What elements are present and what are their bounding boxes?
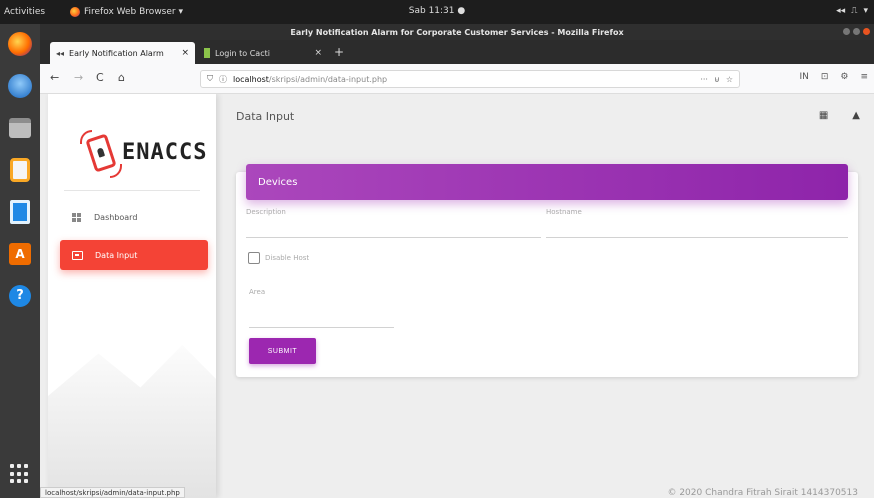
sidebar-item-label: Data Input [95,250,138,260]
input-icon [72,250,83,260]
sidebar: ENACCS Dashboard Data Input [48,94,216,498]
tab-label: Login to Cacti [215,48,270,58]
sidebar-toggle-icon[interactable]: ⊡ [821,72,829,82]
info-icon[interactable]: ⓘ [219,74,227,85]
enaccs-favicon-icon: ◂◂ [56,48,65,58]
url-host: localhost [233,74,269,84]
close-tab-icon[interactable]: × [314,48,322,58]
url-path: /skripsi/admin/data-input.php [268,74,388,84]
extensions-icon[interactable]: ⚙ [840,72,848,82]
dock: A ? [0,24,40,498]
software-dock-icon[interactable]: A [6,240,34,268]
pocket-icon[interactable]: ⊍ [714,75,720,84]
shield-icon[interactable]: ⛉ [207,74,213,84]
page-title: Data Input [236,110,295,123]
library-icon[interactable]: IN [799,72,808,82]
area-label: Area [249,288,266,296]
page-actions-icon[interactable]: ··· [700,75,708,84]
bookmark-star-icon[interactable]: ☆ [726,75,733,84]
url-bar[interactable]: ⛉ ⓘ localhost /skripsi/admin/data-input.… [200,70,740,88]
card-header: Devices [246,164,848,200]
clock[interactable]: Sab 11:31 ● [0,6,874,16]
files-dock-icon[interactable] [6,114,34,142]
sidebar-item-dashboard[interactable]: Dashboard [60,202,208,232]
description-field[interactable]: Description [246,208,541,238]
window-controls[interactable] [843,28,870,35]
tab-bar: ◂◂ Early Notification Alarm × Login to C… [40,40,874,64]
minimize-button[interactable] [843,28,850,35]
system-menu-icon[interactable]: ▾ [863,6,868,16]
tab-early-notification[interactable]: ◂◂ Early Notification Alarm × [50,42,195,64]
navigation-bar: ← → C ⌂ ⛉ ⓘ localhost /skripsi/admin/dat… [40,64,874,94]
writer-dock-icon[interactable] [6,198,34,226]
close-window-button[interactable] [863,28,870,35]
hamburger-menu-icon[interactable]: ≡ [860,72,868,82]
page-content: ENACCS Dashboard Data Input Data Input ▦… [40,94,874,498]
rhythmbox-dock-icon[interactable] [6,156,34,184]
sound-icon[interactable]: ◂◂ [836,6,845,16]
home-button[interactable]: ⌂ [118,71,125,84]
enaccs-logo[interactable]: ENACCS [74,124,208,184]
grid-view-icon[interactable]: ▦ [819,110,828,121]
signal-wave-icon [110,164,122,178]
forward-button[interactable]: → [74,71,83,84]
devices-form-card: Devices Description Hostname Disable Hos… [236,164,858,377]
hostname-label: Hostname [546,208,582,216]
window-title: Early Notification Alarm for Corporate C… [290,28,624,37]
hostname-field[interactable]: Hostname [546,208,848,238]
new-tab-button[interactable]: + [334,45,344,59]
tab-login-cacti[interactable]: Login to Cacti × [198,42,328,64]
reload-button[interactable]: C [96,71,104,84]
help-dock-icon[interactable]: ? [6,282,34,310]
thunderbird-dock-icon[interactable] [6,72,34,100]
battery-icon[interactable]: ⎍ [851,6,857,16]
show-applications-icon[interactable] [10,464,30,484]
submit-button[interactable]: SUBMIT [249,338,316,364]
os-top-bar: Activities Firefox Web Browser ▾ Sab 11:… [0,0,874,24]
sidebar-item-label: Dashboard [94,212,138,222]
window-titlebar: Early Notification Alarm for Corporate C… [40,24,874,40]
maximize-button[interactable] [853,28,860,35]
firefox-dock-icon[interactable] [6,30,34,58]
user-icon[interactable]: ▲ [852,110,860,121]
brand-name: ENACCS [122,140,208,165]
tab-label: Early Notification Alarm [69,48,164,58]
cacti-favicon-icon [204,48,210,58]
sidebar-item-data-input[interactable]: Data Input [60,240,208,270]
system-tray[interactable]: ◂◂ ⎍ ▾ [836,6,868,16]
status-bar-url: localhost/skripsi/admin/data-input.php [40,487,185,498]
disable-host-row[interactable]: Disable Host [248,252,309,264]
dashboard-icon [72,212,82,222]
disable-host-checkbox[interactable] [248,252,260,264]
sidebar-background-image [48,345,216,498]
card-title: Devices [258,177,298,188]
area-field[interactable]: Area [249,288,394,328]
footer-copyright: © 2020 Chandra Fitrah Sirait 1414370513 [667,488,858,498]
back-button[interactable]: ← [50,71,59,84]
disable-host-label: Disable Host [265,254,310,262]
description-label: Description [246,208,286,216]
sidebar-divider [64,190,200,191]
close-tab-icon[interactable]: × [181,48,189,58]
